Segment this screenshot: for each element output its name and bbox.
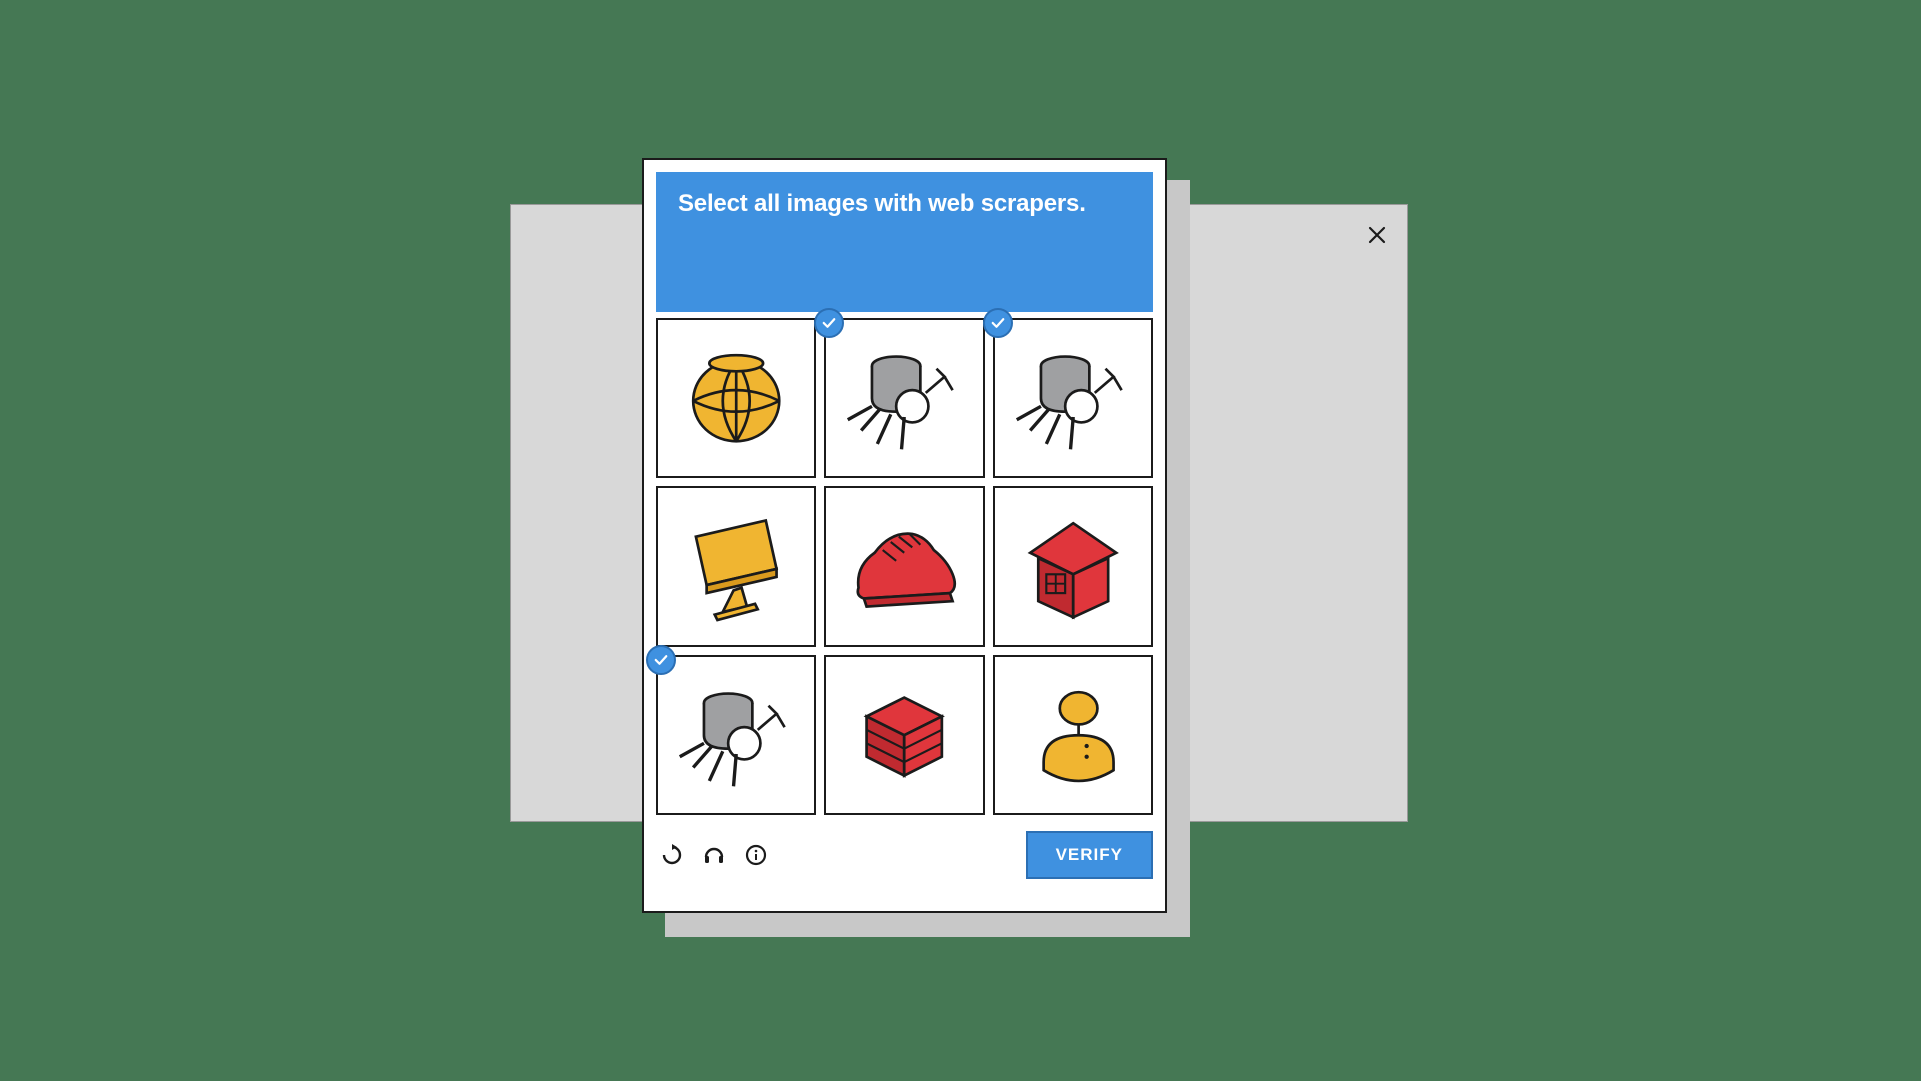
tile-server[interactable] — [824, 655, 984, 815]
tile-web-scraper[interactable] — [993, 318, 1153, 478]
tile-web-scraper[interactable] — [656, 655, 816, 815]
info-icon[interactable] — [744, 843, 768, 867]
tile-globe[interactable] — [656, 318, 816, 478]
checkmark-icon — [983, 308, 1013, 338]
captcha-grid — [656, 318, 1153, 815]
web-scraper-icon — [669, 668, 803, 802]
tile-web-scraper[interactable] — [824, 318, 984, 478]
monitor-icon — [669, 499, 803, 633]
captcha-instruction: Select all images with web scrapers. — [656, 172, 1153, 312]
web-scraper-icon — [1006, 331, 1140, 465]
headphones-icon[interactable] — [702, 843, 726, 867]
tile-house[interactable] — [993, 486, 1153, 646]
person-icon — [1006, 668, 1140, 802]
captcha-footer: VERIFY — [656, 829, 1153, 881]
close-icon[interactable] — [1365, 223, 1389, 247]
web-scraper-icon — [837, 331, 971, 465]
tile-person[interactable] — [993, 655, 1153, 815]
verify-button[interactable]: VERIFY — [1026, 831, 1153, 879]
tile-shoe[interactable] — [824, 486, 984, 646]
refresh-icon[interactable] — [660, 843, 684, 867]
captcha-dialog: Select all images with web scrapers. — [642, 158, 1167, 913]
shoe-icon — [837, 499, 971, 633]
globe-icon — [669, 331, 803, 465]
checkmark-icon — [646, 645, 676, 675]
server-icon — [837, 668, 971, 802]
house-icon — [1006, 499, 1140, 633]
tile-monitor[interactable] — [656, 486, 816, 646]
instruction-text: Select all images with web scrapers. — [678, 190, 1086, 217]
footer-icons — [656, 843, 768, 867]
